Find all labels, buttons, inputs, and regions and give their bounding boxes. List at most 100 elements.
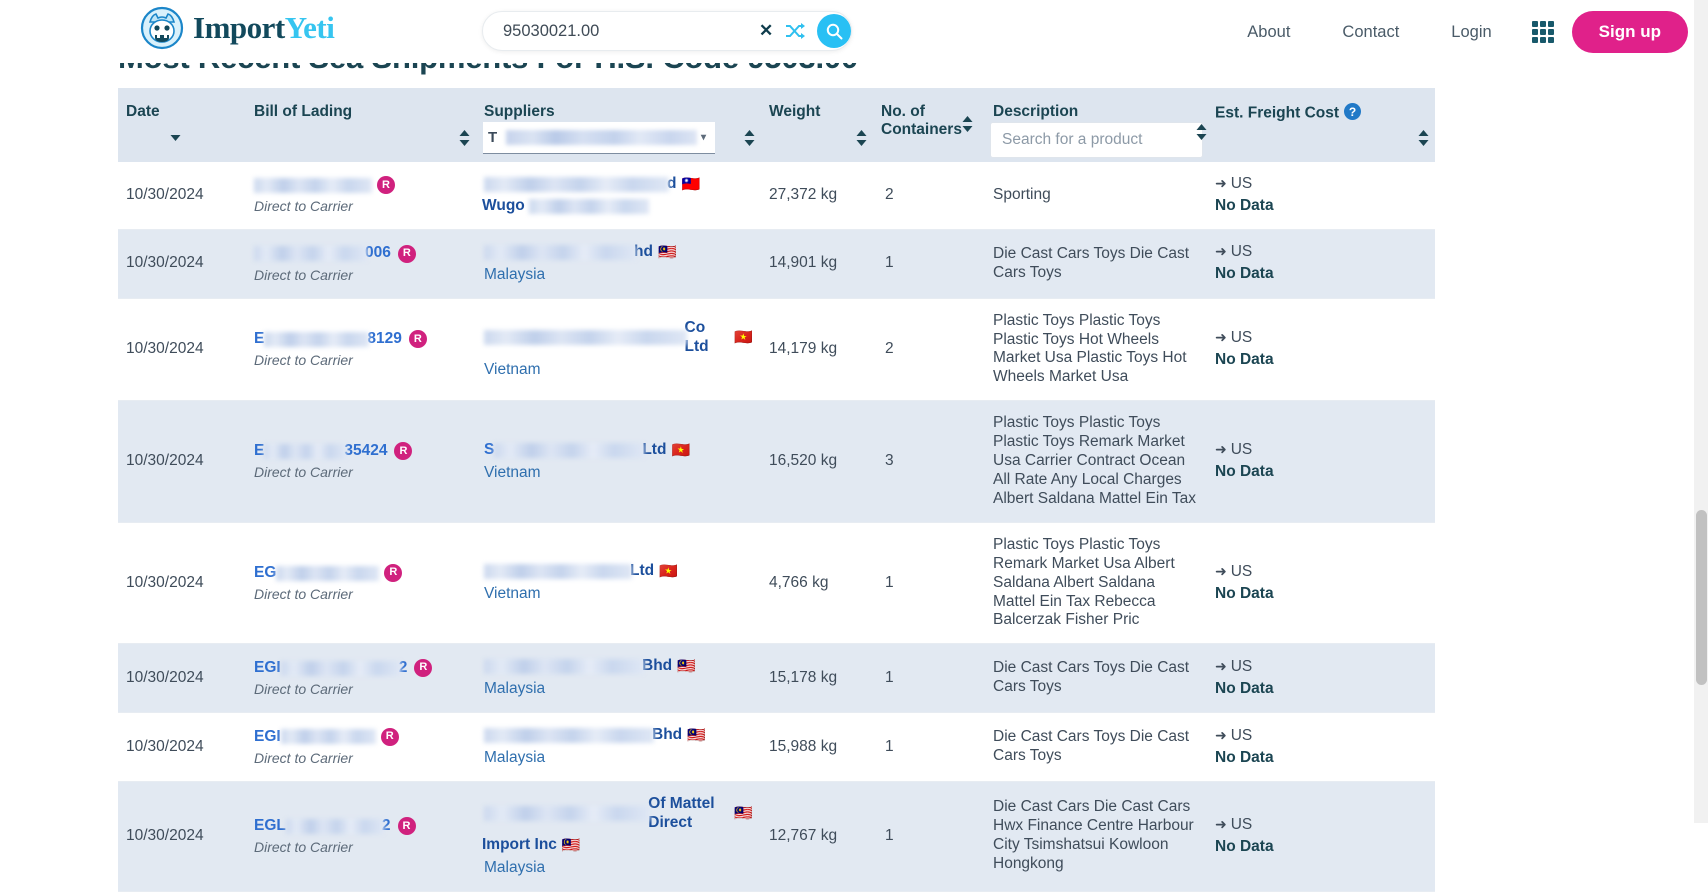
- table-row[interactable]: 10/30/2024 EGI R Direct to Carrier Bhd 🇲🇾 Mala…: [118, 712, 1435, 782]
- table-header: Date Bill of Lading Suppliers T ▾ Weight…: [118, 88, 1435, 162]
- table-row[interactable]: 10/30/2024 EGI 2 R Direct to Carrier Bhd 🇲🇾 Mal…: [118, 643, 1435, 714]
- reliability-badge[interactable]: R: [397, 817, 416, 836]
- freight-cost-value: No Data: [1215, 265, 1274, 283]
- cell-bill-of-lading[interactable]: EGI 2 R Direct to Carrier: [246, 643, 476, 714]
- cell-supplier[interactable]: hd 🇲🇾 Malaysia: [476, 229, 761, 299]
- signup-button[interactable]: Sign up: [1571, 11, 1688, 53]
- cell-supplier[interactable]: d 🇹🇼 Wugo: [476, 162, 761, 230]
- sort-both-icon-containers[interactable]: [962, 116, 973, 132]
- country-flag-icon: 🇻🇳: [659, 563, 678, 581]
- reliability-badge[interactable]: R: [397, 244, 416, 263]
- search-bar[interactable]: ✕: [482, 11, 852, 51]
- supplier-redacted: [484, 176, 669, 192]
- arrow-right-icon: ➜: [1215, 329, 1227, 346]
- country-flag-icon: 🇲🇾: [734, 805, 753, 823]
- arrow-right-icon: ➜: [1215, 175, 1227, 191]
- cell-date: 10/30/2024: [118, 522, 246, 645]
- shipments-table-region: Date Bill of Lading Suppliers T ▾ Weight…: [118, 88, 1435, 892]
- bol-redacted: [285, 818, 384, 834]
- clear-search-icon[interactable]: ✕: [757, 21, 775, 40]
- nav-link-login[interactable]: Login: [1425, 23, 1517, 42]
- supplier-redacted: [484, 330, 687, 346]
- suppliers-filter-select[interactable]: T ▾: [483, 122, 715, 154]
- page-scrollbar[interactable]: [1694, 0, 1708, 823]
- reliability-badge[interactable]: R: [377, 176, 395, 195]
- table-row[interactable]: 10/30/2024 006 R Direct to Carrier hd 🇲🇾 Malay…: [118, 229, 1435, 299]
- freight-destination: ➜ US: [1215, 175, 1253, 192]
- cell-supplier[interactable]: Bhd 🇲🇾 Malaysia: [476, 643, 761, 714]
- country-flag-icon: 🇻🇳: [671, 441, 691, 459]
- freight-destination: ➜ US: [1215, 441, 1253, 459]
- cell-bill-of-lading[interactable]: EG R Direct to Carrier: [246, 522, 476, 645]
- apps-grid-icon[interactable]: [1531, 21, 1554, 43]
- sort-both-icon-freight-cost[interactable]: [1418, 130, 1429, 146]
- cell-bill-of-lading[interactable]: E 35424 R Direct to Carrier: [246, 400, 476, 523]
- column-header-freight-cost[interactable]: Est. Freight Cost?: [1207, 88, 1435, 162]
- column-header-suppliers[interactable]: Suppliers T ▾: [476, 88, 761, 162]
- supplier-country: Vietnam: [484, 360, 541, 378]
- cell-supplier[interactable]: Bhd 🇲🇾 Malaysia: [476, 712, 761, 782]
- cell-supplier[interactable]: Of Mattel Direct 🇲🇾 Import Inc 🇲🇾 Malaysia: [476, 781, 761, 892]
- cell-date: 10/30/2024: [118, 712, 246, 782]
- cell-bill-of-lading[interactable]: E 8129 R Direct to Carrier: [246, 298, 476, 402]
- sort-desc-icon-date[interactable]: [170, 130, 181, 146]
- cell-date: 10/30/2024: [118, 298, 246, 402]
- table-row[interactable]: 10/30/2024 E 35424 R Direct to Carrier S Ltd 🇻🇳…: [118, 400, 1435, 523]
- cell-weight: 16,520 kg: [761, 400, 873, 523]
- cell-freight-cost: ➜ US No Data: [1207, 781, 1435, 892]
- supplier-redacted: [494, 442, 645, 458]
- column-header-description[interactable]: Description Search for a product: [985, 88, 1207, 162]
- cell-containers: 1: [873, 643, 985, 714]
- table-header-row: Date Bill of Lading Suppliers T ▾ Weight…: [118, 88, 1435, 162]
- column-header-containers[interactable]: No. of Containers: [873, 88, 985, 162]
- cell-containers: 1: [873, 229, 985, 299]
- nav-link-contact[interactable]: Contact: [1316, 23, 1425, 42]
- bol-suffix: 8129: [367, 329, 402, 347]
- cell-supplier[interactable]: Co Ltd 🇻🇳 Vietnam: [476, 298, 761, 402]
- table-row[interactable]: 10/30/2024 EG R Direct to Carrier Ltd 🇻🇳 Vietn…: [118, 522, 1435, 645]
- cell-bill-of-lading[interactable]: R Direct to Carrier: [246, 162, 476, 230]
- search-submit-button[interactable]: [817, 14, 851, 48]
- cell-bill-of-lading[interactable]: 006 R Direct to Carrier: [246, 229, 476, 299]
- nav-link-about[interactable]: About: [1221, 23, 1316, 42]
- table-row[interactable]: 10/30/2024 E 8129 R Direct to Carrier Co Ltd 🇻…: [118, 298, 1435, 402]
- reliability-badge[interactable]: R: [380, 727, 399, 746]
- search-input[interactable]: [501, 14, 756, 48]
- cell-supplier[interactable]: S Ltd 🇻🇳 Vietnam: [476, 400, 761, 523]
- cell-freight-cost: ➜ US No Data: [1207, 522, 1435, 645]
- help-icon[interactable]: ?: [1344, 103, 1362, 120]
- cell-weight: 15,178 kg: [761, 643, 873, 714]
- bol-carrier-note: Direct to Carrier: [254, 749, 353, 766]
- bol-redacted: [254, 246, 367, 262]
- table-row[interactable]: 10/30/2024 EGL 2 R Direct to Carrier Of Matte…: [118, 781, 1435, 892]
- table-body: 10/30/2024 R Direct to Carrier d 🇹🇼 Wugo 27,37…: [118, 162, 1435, 892]
- sort-both-icon-suppliers[interactable]: [744, 130, 755, 146]
- table-row[interactable]: 10/30/2024 R Direct to Carrier d 🇹🇼 Wugo 27,37…: [118, 162, 1435, 230]
- column-header-weight[interactable]: Weight: [761, 88, 873, 162]
- reliability-badge[interactable]: R: [414, 659, 433, 678]
- bol-prefix: EGI: [254, 658, 281, 676]
- shuffle-icon[interactable]: [785, 22, 806, 40]
- arrow-right-icon: ➜: [1215, 815, 1227, 832]
- cell-freight-cost: ➜ US No Data: [1207, 712, 1435, 782]
- chevron-down-icon[interactable]: ▾: [701, 132, 706, 143]
- sort-both-icon-bill-of-lading[interactable]: [459, 130, 470, 146]
- column-header-date[interactable]: Date: [118, 88, 246, 162]
- cell-bill-of-lading[interactable]: EGI R Direct to Carrier: [246, 712, 476, 782]
- cell-description: Die Cast Cars Die Cast Cars Hwx Finance …: [985, 781, 1207, 892]
- column-header-bill-of-lading[interactable]: Bill of Lading: [246, 88, 476, 162]
- cell-bill-of-lading[interactable]: EGL 2 R Direct to Carrier: [246, 781, 476, 892]
- brand-logo[interactable]: ImportYeti: [140, 6, 335, 50]
- bol-suffix: 006: [365, 244, 391, 262]
- cell-weight: 4,766 kg: [761, 522, 873, 645]
- bol-redacted: [254, 177, 372, 193]
- scrollbar-thumb[interactable]: [1696, 510, 1707, 685]
- cell-supplier[interactable]: Ltd 🇻🇳 Vietnam: [476, 522, 761, 645]
- reliability-badge[interactable]: R: [384, 564, 403, 582]
- sort-both-icon-weight[interactable]: [856, 130, 867, 146]
- reliability-badge[interactable]: R: [408, 330, 427, 349]
- description-filter-input[interactable]: Search for a product: [990, 122, 1203, 158]
- sort-both-icon-description[interactable]: [1196, 124, 1207, 140]
- reliability-badge[interactable]: R: [394, 442, 413, 461]
- arrow-right-icon: ➜: [1215, 726, 1227, 743]
